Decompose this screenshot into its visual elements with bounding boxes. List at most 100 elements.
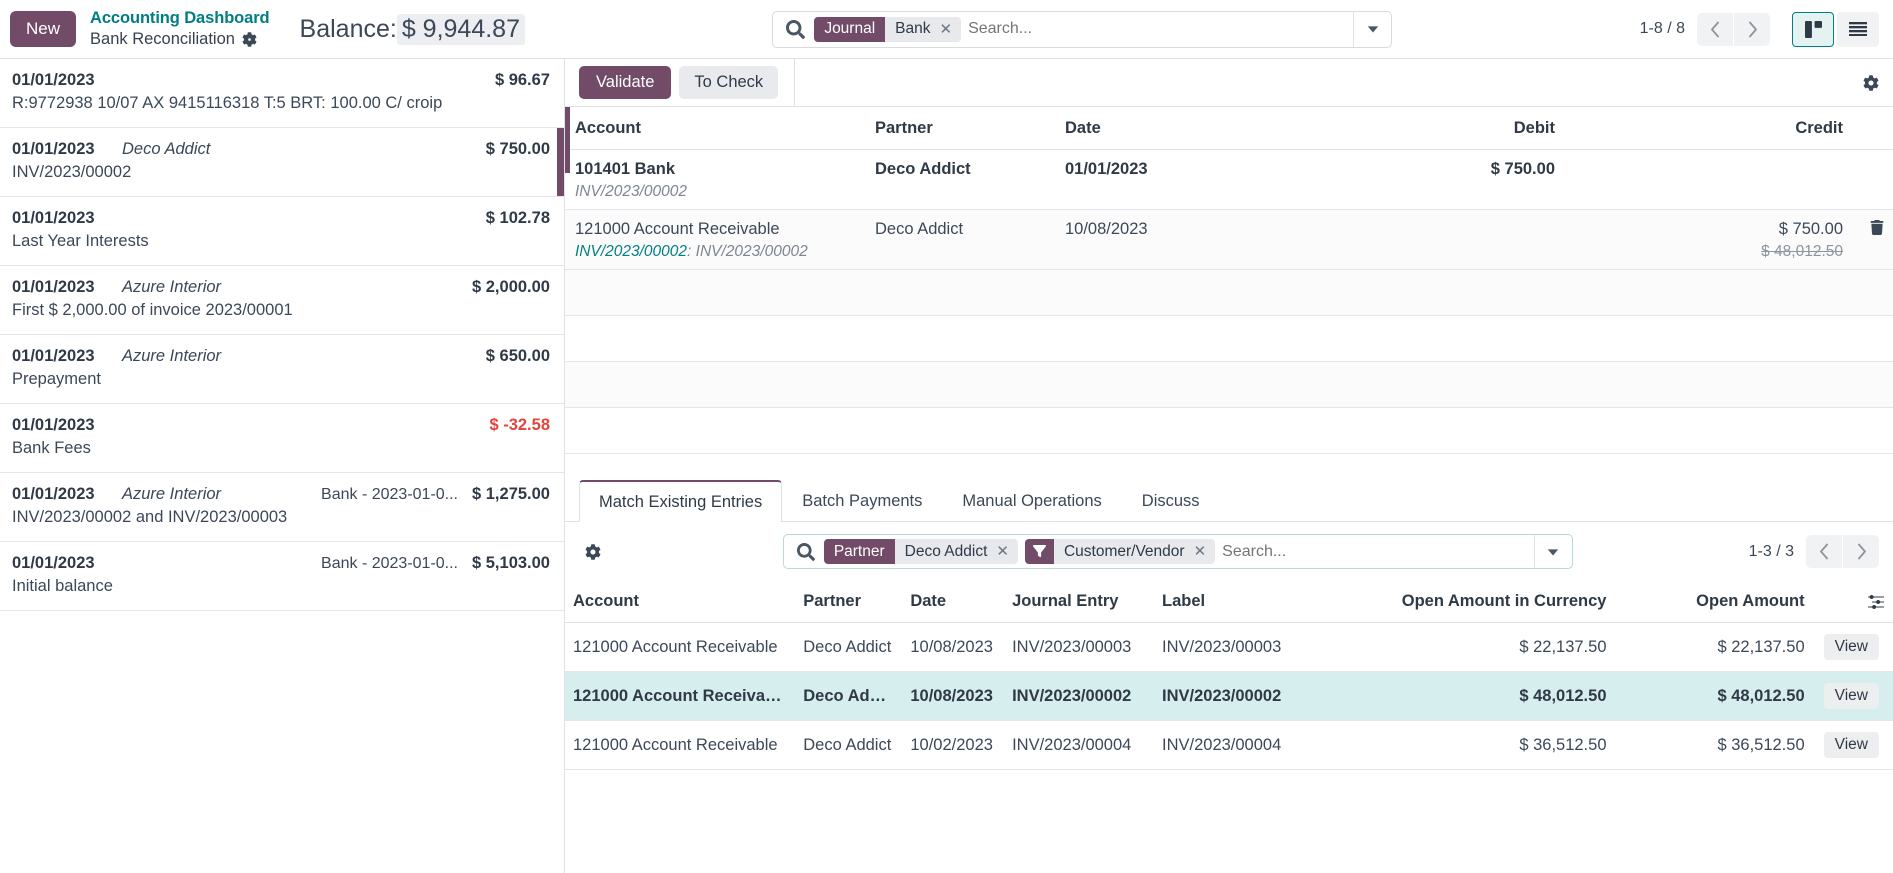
validate-button[interactable]: Validate: [579, 66, 671, 99]
journal-entry-link[interactable]: INV/2023/00002: [575, 243, 687, 260]
statement-line-label: INV/2023/00002: [12, 163, 550, 182]
move-lines-header-row: AccountPartnerDateDebitCredit: [565, 107, 1893, 150]
match-table-row[interactable]: 121000 Account ReceivableDeco Addict10/0…: [565, 721, 1893, 770]
match-account: 121000 Account Receivable: [565, 721, 795, 770]
match-row-actions: View: [1813, 672, 1893, 721]
statement-line[interactable]: 01/01/2023$ -32.58 Bank Fees: [0, 404, 564, 473]
statement-line-label: First $ 2,000.00 of invoice 2023/00001: [12, 301, 550, 320]
tab-manual-operations[interactable]: Manual Operations: [942, 480, 1121, 522]
trash-icon[interactable]: [1863, 222, 1884, 239]
gear-icon[interactable]: [579, 544, 607, 560]
facet-value-label: Deco Addict: [905, 543, 988, 561]
view-button[interactable]: View: [1824, 634, 1879, 660]
move-lines-col-header: Date: [1055, 107, 1305, 150]
move-line-empty-row: [565, 270, 1893, 316]
match-open-amount-currency: $ 22,137.50: [1363, 623, 1615, 672]
match-open-amount: $ 36,512.50: [1615, 721, 1813, 770]
chevron-right-icon[interactable]: [1843, 535, 1879, 568]
reconcile-action-bar: Validate To Check: [565, 59, 1893, 107]
statement-line-main: 01/01/2023Azure Interior$ 650.00: [12, 347, 550, 366]
statement-line-label: INV/2023/00002 and INV/2023/00003: [12, 508, 550, 527]
match-table-row[interactable]: 121000 Account ReceivableDeco Addict10/0…: [565, 672, 1893, 721]
main-body: 01/01/2023$ 96.67 R:9772938 10/07 AX 9415…: [0, 59, 1893, 873]
move-lines-col-header: Account: [565, 107, 865, 150]
chevron-right-icon[interactable]: [1734, 13, 1770, 46]
move-line-date: 01/01/2023: [1055, 150, 1305, 210]
close-icon[interactable]: ✕: [996, 544, 1009, 559]
chevron-left-icon[interactable]: [1697, 13, 1733, 46]
facet-journal[interactable]: Journal Bank ✕: [814, 17, 961, 42]
breadcrumb: Accounting Dashboard Bank Reconciliation: [90, 8, 270, 49]
move-line-row[interactable]: 101401 BankINV/2023/00002Deco Addict01/0…: [565, 150, 1893, 210]
move-line-credit-value: $ 750.00: [1779, 220, 1843, 238]
match-open-amount: $ 48,012.50: [1615, 672, 1813, 721]
chevron-down-icon[interactable]: [1353, 12, 1391, 47]
match-search-box[interactable]: Partner Deco Addict ✕ Customer/Ven: [783, 534, 1573, 569]
move-line-debit: $ 750.00: [1305, 150, 1565, 210]
statement-line[interactable]: 01/01/2023$ 96.67 R:9772938 10/07 AX 9415…: [0, 59, 564, 128]
column-settings-icon[interactable]: [1821, 594, 1885, 610]
move-line-partner: Deco Addict: [865, 150, 1055, 210]
statement-line[interactable]: 01/01/2023Deco Addict$ 750.00INV/2023/00…: [0, 128, 564, 197]
view-switcher: [1792, 12, 1879, 47]
statement-line-ref: Bank - 2023-01-0...: [321, 486, 458, 504]
statement-line[interactable]: 01/01/2023Bank - 2023-01-0...$ 5,103.00I…: [0, 542, 564, 611]
statement-line-label: R:9772938 10/07 AX 9415116318 T:5 BRT: 1…: [12, 94, 550, 113]
statement-line-main: 01/01/2023$ -32.58: [12, 416, 550, 435]
statement-line[interactable]: 01/01/2023Azure Interior$ 2,000.00First …: [0, 266, 564, 335]
search-input[interactable]: [968, 20, 1353, 38]
statement-line-date: 01/01/2023: [12, 209, 122, 228]
close-icon[interactable]: ✕: [940, 22, 953, 37]
facet-customer-vendor[interactable]: Customer/Vendor ✕: [1025, 539, 1215, 564]
to-check-button[interactable]: To Check: [679, 66, 778, 99]
statement-line[interactable]: 01/01/2023Azure InteriorBank - 2023-01-0…: [0, 473, 564, 542]
statement-line[interactable]: 01/01/2023Azure Interior$ 650.00Prepayme…: [0, 335, 564, 404]
statement-line-date: 01/01/2023: [12, 416, 122, 435]
match-col-header: Account: [565, 581, 795, 623]
kanban-view-button[interactable]: [1792, 12, 1834, 47]
move-line-account-label: 101401 Bank: [575, 160, 675, 178]
chevron-down-icon[interactable]: [1534, 535, 1572, 568]
statement-line[interactable]: 01/01/2023$ 102.78Last Year Interests: [0, 197, 564, 266]
close-icon[interactable]: ✕: [1194, 544, 1207, 559]
view-button[interactable]: View: [1824, 732, 1879, 758]
move-line-row[interactable]: 121000 Account Receivable INV/2023/00002:…: [565, 210, 1893, 270]
gear-icon[interactable]: [1863, 75, 1893, 91]
statement-line-main: 01/01/2023$ 96.67: [12, 71, 550, 90]
match-table-row[interactable]: 121000 Account ReceivableDeco Addict10/0…: [565, 623, 1893, 672]
match-journal-entry: INV/2023/00004: [1004, 721, 1154, 770]
match-open-amount: $ 22,137.50: [1615, 623, 1813, 672]
tab-discuss[interactable]: Discuss: [1122, 480, 1220, 522]
match-pager-count: 1-3 / 3: [1749, 543, 1794, 561]
facet-partner[interactable]: Partner Deco Addict ✕: [824, 539, 1018, 564]
statement-line-partner: Azure Interior: [122, 278, 458, 297]
match-search-input[interactable]: [1222, 543, 1534, 561]
move-line-account-label: 121000 Account Receivable: [575, 220, 780, 238]
view-button[interactable]: View: [1824, 683, 1879, 709]
match-table-header-row: AccountPartnerDateJournal EntryLabelOpen…: [565, 581, 1893, 623]
move-line-account: 121000 Account Receivable INV/2023/00002:…: [565, 210, 865, 270]
move-line-partner: Deco Addict: [865, 210, 1055, 270]
breadcrumb-current: Bank Reconciliation: [90, 29, 270, 50]
tab-batch-payments[interactable]: Batch Payments: [782, 480, 942, 522]
breadcrumb-root-link[interactable]: Accounting Dashboard: [90, 8, 270, 29]
move-line-account-sub: INV/2023/00002: INV/2023/00002: [575, 243, 855, 261]
match-partner: Deco Addict: [795, 721, 902, 770]
tab-match-existing-entries[interactable]: Match Existing Entries: [579, 480, 782, 522]
chevron-left-icon[interactable]: [1806, 535, 1842, 568]
search-box[interactable]: Journal Bank ✕: [772, 11, 1392, 48]
statement-line-main: 01/01/2023Azure InteriorBank - 2023-01-0…: [12, 485, 550, 504]
search-icon: [784, 543, 824, 561]
statement-line-partner: Deco Addict: [122, 140, 472, 159]
facet-value-label: Customer/Vendor: [1064, 543, 1185, 561]
new-button[interactable]: New: [10, 11, 76, 47]
move-line-date: 10/08/2023: [1055, 210, 1305, 270]
move-lines-col-header: Debit: [1305, 107, 1565, 150]
statement-line-label: Initial balance: [12, 577, 550, 596]
gear-icon[interactable]: [242, 32, 257, 47]
list-view-button[interactable]: [1837, 12, 1879, 47]
statement-line-amount: $ 750.00: [486, 140, 550, 159]
statement-line-partner: Azure Interior: [122, 485, 321, 504]
reconciliation-panel: Validate To Check AccountPartnerDateDebi…: [565, 59, 1893, 873]
statement-line-label: Bank Fees: [12, 439, 550, 458]
